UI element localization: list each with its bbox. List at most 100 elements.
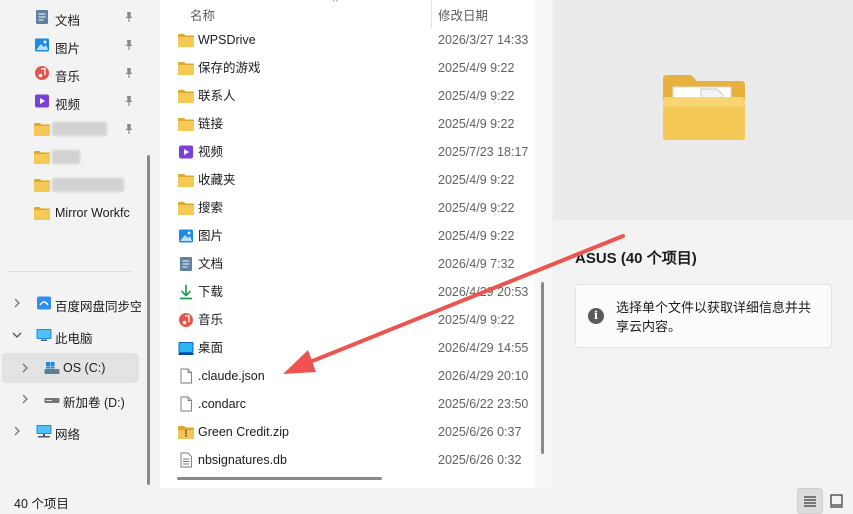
file-row[interactable]: 视频 2025/7/23 18:17 (160, 138, 535, 166)
file-modified-date: 2025/7/23 18:17 (438, 145, 529, 159)
nav-divider (8, 271, 131, 272)
file-name: .condarc (198, 397, 246, 411)
nav-quick-access-item[interactable]: 文档 (0, 3, 142, 31)
chevron-down-icon[interactable] (11, 329, 23, 341)
nav-quick-access-item[interactable]: 图片 (0, 31, 142, 59)
pictures-icon (33, 37, 49, 53)
redacted-label (52, 122, 107, 136)
nav-quick-access-item[interactable]: 音乐 (0, 59, 142, 87)
folder-icon (177, 200, 195, 216)
folder-icon (177, 116, 195, 132)
baidu-sync-icon (35, 295, 51, 311)
nav-tree-item[interactable]: 新加卷 (D:) (0, 385, 142, 413)
music-icon (177, 312, 195, 328)
nav-quick-access-item[interactable]: 视频 (0, 87, 142, 115)
this-pc-icon (35, 327, 52, 343)
nav-tree-item[interactable]: 此电脑 (0, 321, 142, 349)
file-modified-date: 2025/4/9 9:22 (438, 173, 515, 187)
file-modified-date: 2025/4/9 9:22 (438, 201, 515, 215)
list-scrollbar-thumb[interactable] (541, 282, 544, 454)
details-pane: ASUS (40 个项目) i 选择单个文件以获取详细信息并共享云内容。 (553, 0, 853, 488)
nav-tree-item[interactable]: 百度网盘同步空 (0, 289, 142, 317)
nav-quick-access-item[interactable] (0, 143, 142, 171)
nav-quick-access-item[interactable]: Mirror Workfc (0, 199, 142, 227)
file-name: 收藏夹 (198, 173, 236, 187)
document-icon (33, 9, 49, 25)
file-row[interactable]: Green Credit.zip 2025/6/26 0:37 (160, 418, 535, 446)
folder-icon (33, 177, 50, 193)
chevron-right-icon[interactable] (11, 297, 23, 309)
nav-quick-access-item[interactable] (0, 171, 142, 199)
file-name: Green Credit.zip (198, 425, 290, 439)
file-row[interactable]: 图片 2025/4/9 9:22 (160, 222, 535, 250)
navigation-pane: 文档 图片 音乐 视频 Mirror Workfc 百度网盘同步空此电脑 OS (C:) 新加… (0, 0, 150, 485)
file-modified-date: 2025/4/9 9:22 (438, 89, 515, 103)
column-header-name-label: 名称 (190, 8, 216, 23)
folder-icon (33, 149, 50, 165)
preview-area (553, 0, 853, 220)
large-icons-view-button[interactable] (824, 488, 850, 514)
folder-icon (33, 121, 50, 137)
chevron-right-icon[interactable] (19, 393, 31, 405)
file-row[interactable]: 搜索 2025/4/9 9:22 (160, 194, 535, 222)
file-name: 桌面 (198, 341, 224, 355)
pictures-icon (177, 228, 195, 244)
nav-scrollbar[interactable] (147, 155, 150, 485)
column-divider[interactable] (431, 0, 432, 28)
info-icon: i (588, 308, 604, 324)
nav-tree-item[interactable]: 网络 (0, 417, 142, 445)
file-name: 文档 (198, 257, 224, 271)
file-row[interactable]: 下载 2026/4/29 20:53 (160, 278, 535, 306)
file-row[interactable]: 链接 2025/4/9 9:22 (160, 110, 535, 138)
file-name: 链接 (198, 117, 224, 131)
pin-icon (123, 11, 135, 23)
redacted-label (52, 150, 80, 164)
chevron-right-icon[interactable] (11, 425, 23, 437)
file-list-pane: 名称 ^ 修改日期 WPSDrive 2026/3/27 14:33 保存的游戏 20… (160, 0, 535, 488)
pin-icon (123, 39, 135, 51)
file-modified-date: 2026/4/29 20:10 (438, 369, 529, 383)
column-header-name[interactable]: 名称 ^ (190, 0, 430, 28)
file-modified-date: 2026/4/29 14:55 (438, 341, 529, 355)
file-row[interactable]: 桌面 2026/4/29 14:55 (160, 334, 535, 362)
column-header-modified[interactable]: 修改日期 (438, 0, 534, 28)
file-modified-date: 2025/6/26 0:32 (438, 453, 522, 467)
file-modified-date: 2025/4/9 9:22 (438, 61, 515, 75)
file-row[interactable]: 保存的游戏 2025/4/9 9:22 (160, 54, 535, 82)
status-bar: 40 个项目 (0, 488, 853, 514)
nav-tree-item[interactable]: OS (C:) (2, 353, 139, 383)
pin-icon (123, 67, 135, 79)
file-row[interactable]: .claude.json 2026/4/29 20:10 (160, 362, 535, 390)
file-modified-date: 2026/3/27 14:33 (438, 33, 529, 47)
videos-icon (177, 144, 195, 160)
horizontal-scrollbar[interactable] (177, 477, 382, 480)
file-row[interactable]: 音乐 2025/4/9 9:22 (160, 306, 535, 334)
item-count: 40 个项目 (14, 497, 69, 511)
pin-icon (123, 95, 135, 107)
file-row[interactable]: 收藏夹 2025/4/9 9:22 (160, 166, 535, 194)
file-row[interactable]: 文档 2026/4/9 7:32 (160, 250, 535, 278)
nav-tree-label: 网络 (55, 428, 81, 442)
document-icon (177, 256, 195, 272)
details-view-button[interactable] (797, 488, 823, 514)
details-view-icon (804, 496, 816, 507)
os-drive-icon (43, 360, 60, 376)
file-row[interactable]: nbsignatures.db 2025/6/26 0:32 (160, 446, 535, 474)
file-name: 视频 (198, 145, 224, 159)
file-name: 搜索 (198, 201, 224, 215)
file-name: 联系人 (198, 89, 236, 103)
file-row[interactable]: 联系人 2025/4/9 9:22 (160, 82, 535, 110)
file-row[interactable]: WPSDrive 2026/3/27 14:33 (160, 26, 535, 54)
redacted-label (52, 178, 124, 192)
zip-icon (177, 424, 195, 440)
folder-icon (177, 172, 195, 188)
nav-tree-label: 百度网盘同步空 (55, 300, 141, 314)
file-modified-date: 2025/4/9 9:22 (438, 117, 515, 131)
file-modified-date: 2025/6/22 23:50 (438, 397, 529, 411)
file-icon (177, 396, 195, 412)
file-row[interactable]: .condarc 2025/6/22 23:50 (160, 390, 535, 418)
file-modified-date: 2026/4/9 7:32 (438, 257, 515, 271)
nav-quick-access-item[interactable] (0, 115, 142, 143)
chevron-right-icon[interactable] (19, 362, 31, 374)
file-name: nbsignatures.db (198, 453, 287, 467)
